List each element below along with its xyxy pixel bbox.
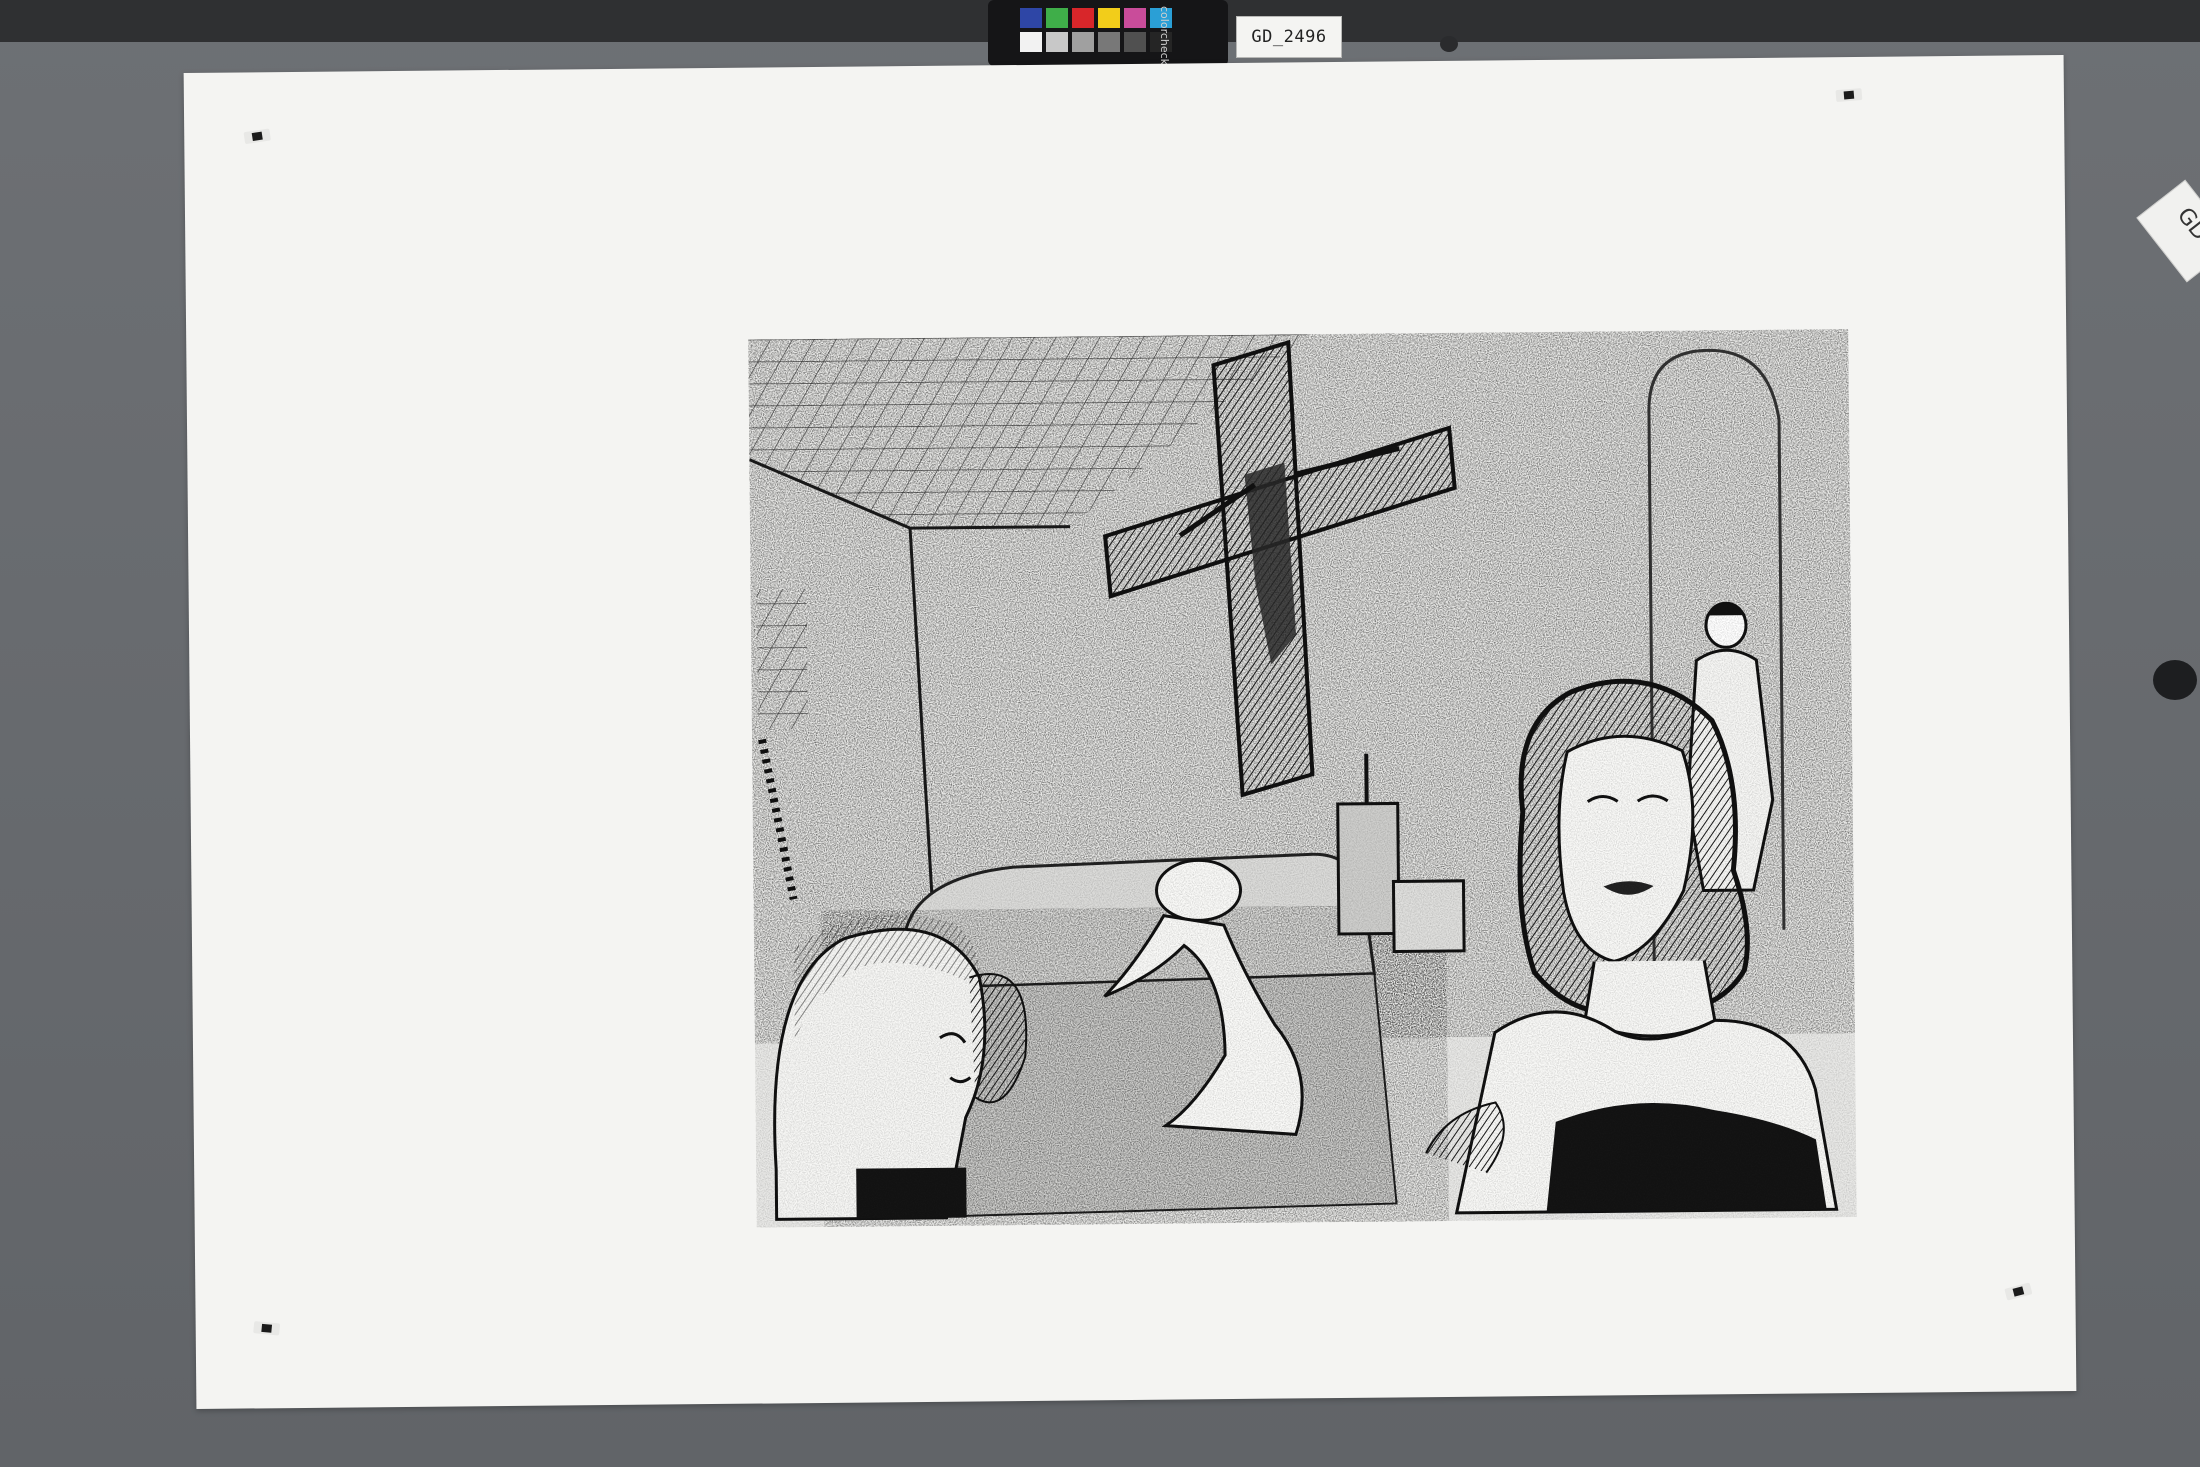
color-swatch — [1098, 32, 1120, 52]
specimen-id-label: GD_2496 — [1236, 16, 1342, 58]
clip-top-left — [243, 128, 271, 145]
color-swatch — [1020, 32, 1042, 52]
copy-stand-board: GD colorchecker GD_2496 — [0, 0, 2200, 1467]
color-swatch — [1098, 8, 1120, 28]
board-hole-right — [2153, 660, 2197, 700]
color-swatch — [1020, 8, 1042, 28]
clip-bottom-right — [2004, 1282, 2033, 1301]
color-swatch — [1046, 32, 1068, 52]
color-swatch — [1072, 8, 1094, 28]
clip-bottom-left — [253, 1321, 281, 1336]
etching-artwork — [748, 329, 1857, 1228]
edge-tag-text: GD — [2171, 203, 2200, 246]
etching-image — [748, 329, 1857, 1228]
color-swatch — [1124, 32, 1146, 52]
paper-sheet — [183, 55, 2077, 1409]
color-swatch — [1046, 8, 1068, 28]
clip-top-right — [1835, 88, 1863, 103]
color-swatch — [1072, 32, 1094, 52]
color-checker-card: colorchecker — [988, 0, 1228, 76]
edge-tag: GD — [2136, 179, 2200, 283]
board-hole-top — [1440, 36, 1458, 52]
color-swatch — [1124, 8, 1146, 28]
